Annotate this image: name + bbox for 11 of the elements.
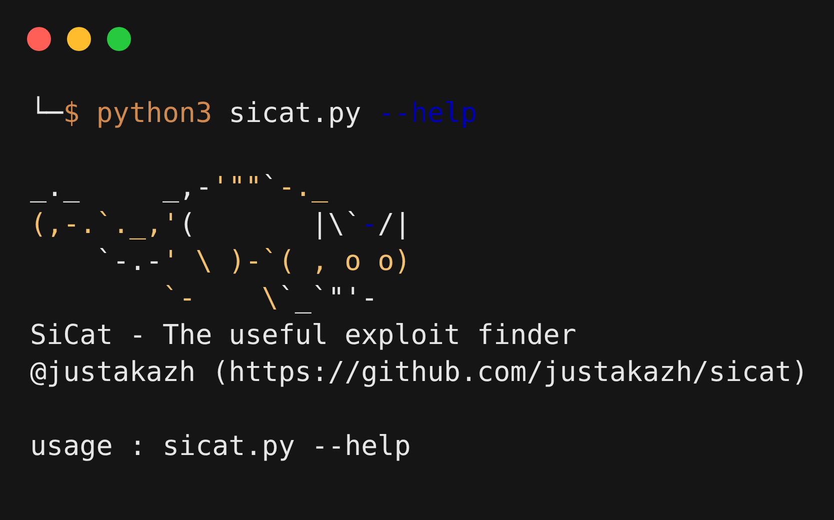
ascii-art-line: `- \`_`"'- xyxy=(161,281,379,316)
command-prompt-line: └─$ python3 sicat.py --help xyxy=(30,95,478,131)
output-line: @justakazh (https://github.com/justakazh/sicat) xyxy=(30,355,810,390)
window-control-button[interactable] xyxy=(67,27,91,51)
output-line: usage : sicat.py --help xyxy=(30,429,412,464)
ascii-art-line: (,-.`._,'( |\`-/| xyxy=(30,207,412,242)
ascii-art-line: `-.-' \ )-`( , o o) xyxy=(95,244,412,279)
window-control-button[interactable] xyxy=(107,27,131,51)
ascii-art-line: _._ _,-'""`-._ xyxy=(30,170,330,205)
output-line: SiCat - The useful exploit finder xyxy=(30,318,578,353)
window-control-button[interactable] xyxy=(27,27,51,51)
